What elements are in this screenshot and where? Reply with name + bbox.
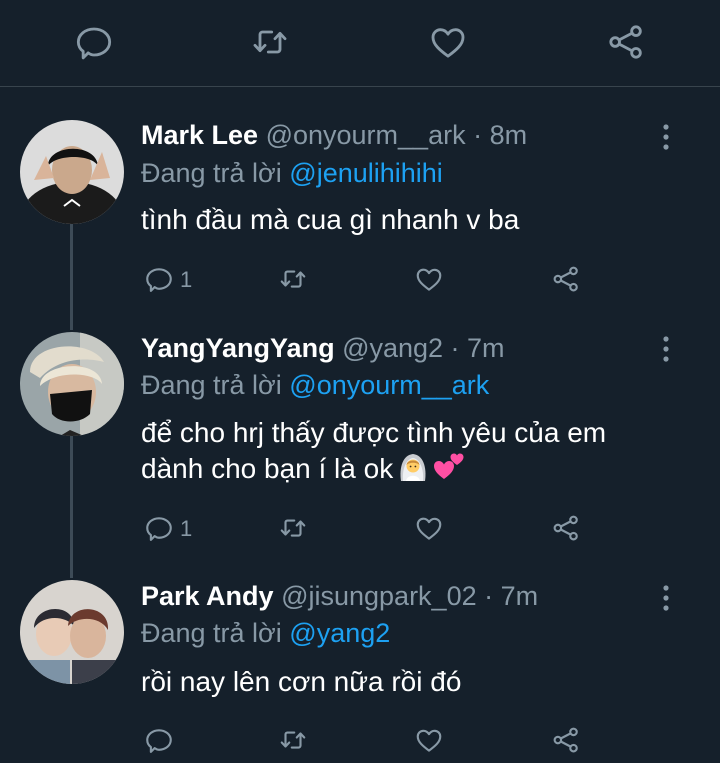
- tweet-text-line: dành cho bạn í là ok: [141, 451, 681, 492]
- retweet-icon[interactable]: [277, 264, 309, 294]
- parent-tweet-actions: [0, 0, 720, 86]
- like-icon[interactable]: [414, 513, 444, 543]
- thread-connector-line: [70, 436, 73, 578]
- handle-and-time: @onyourm__ark · 8m: [265, 120, 528, 150]
- tweet-header: Park Andy @jisungpark_02 · 7m: [141, 579, 538, 613]
- reply-icon[interactable]: [74, 22, 114, 62]
- share-icon[interactable]: [606, 22, 646, 62]
- avatar[interactable]: [20, 332, 124, 436]
- avatar[interactable]: [20, 580, 124, 684]
- share-icon[interactable]: [551, 264, 581, 294]
- tweet-text-line: để cho hrj thấy được tình yêu của em: [141, 417, 607, 448]
- retweet-icon[interactable]: [277, 513, 309, 543]
- display-name[interactable]: YangYangYang: [141, 333, 335, 363]
- like-icon[interactable]: [414, 725, 444, 755]
- avatar[interactable]: [20, 120, 124, 224]
- more-options-icon[interactable]: [654, 122, 678, 152]
- mention-link[interactable]: @onyourm__ark: [289, 370, 489, 400]
- reply-count: 1: [180, 267, 193, 292]
- tweet-header: YangYangYang @yang2 · 7m: [141, 331, 505, 365]
- replying-to: Đang trả lời @jenulihihihi: [141, 156, 443, 190]
- like-icon[interactable]: [428, 22, 468, 62]
- retweet-icon[interactable]: [249, 22, 291, 62]
- display-name[interactable]: Park Andy: [141, 581, 274, 611]
- tweet-header: Mark Lee @onyourm__ark · 8m: [141, 118, 527, 152]
- reply-count: 1: [180, 516, 193, 541]
- handle-and-time: @yang2 · 7m: [342, 333, 505, 363]
- section-divider: [0, 86, 720, 87]
- replying-to: Đang trả lời @onyourm__ark: [141, 368, 489, 402]
- tweet-text-content: dành cho bạn í là ok: [141, 453, 394, 484]
- mention-link[interactable]: @yang2: [289, 618, 390, 648]
- two-hearts-emoji: [433, 451, 465, 492]
- share-icon[interactable]: [551, 725, 581, 755]
- tweet-text: để cho hrj thấy được tình yêu của em dàn…: [141, 415, 681, 492]
- handle-and-time: @jisungpark_02 · 7m: [281, 581, 539, 611]
- reply-icon[interactable]: [144, 513, 174, 543]
- mention-link[interactable]: @jenulihihihi: [289, 158, 443, 188]
- replying-to-label: Đang trả lời: [141, 618, 282, 648]
- display-name[interactable]: Mark Lee: [141, 120, 258, 150]
- tweet-text: rồi nay lên cơn nữa rồi đó: [141, 666, 462, 697]
- reply-icon[interactable]: [144, 264, 174, 294]
- reply-icon[interactable]: [144, 725, 174, 755]
- like-icon[interactable]: [414, 264, 444, 294]
- share-icon[interactable]: [551, 513, 581, 543]
- retweet-icon[interactable]: [277, 725, 309, 755]
- more-options-icon[interactable]: [654, 583, 678, 613]
- replying-to: Đang trả lời @yang2: [141, 616, 390, 650]
- thread-connector-line: [70, 224, 73, 330]
- replying-to-label: Đang trả lời: [141, 370, 282, 400]
- tweet-text: tình đầu mà cua gì nhanh v ba: [141, 204, 520, 235]
- more-options-icon[interactable]: [654, 334, 678, 364]
- replying-to-label: Đang trả lời: [141, 158, 282, 188]
- bride-with-veil-emoji: [397, 451, 429, 492]
